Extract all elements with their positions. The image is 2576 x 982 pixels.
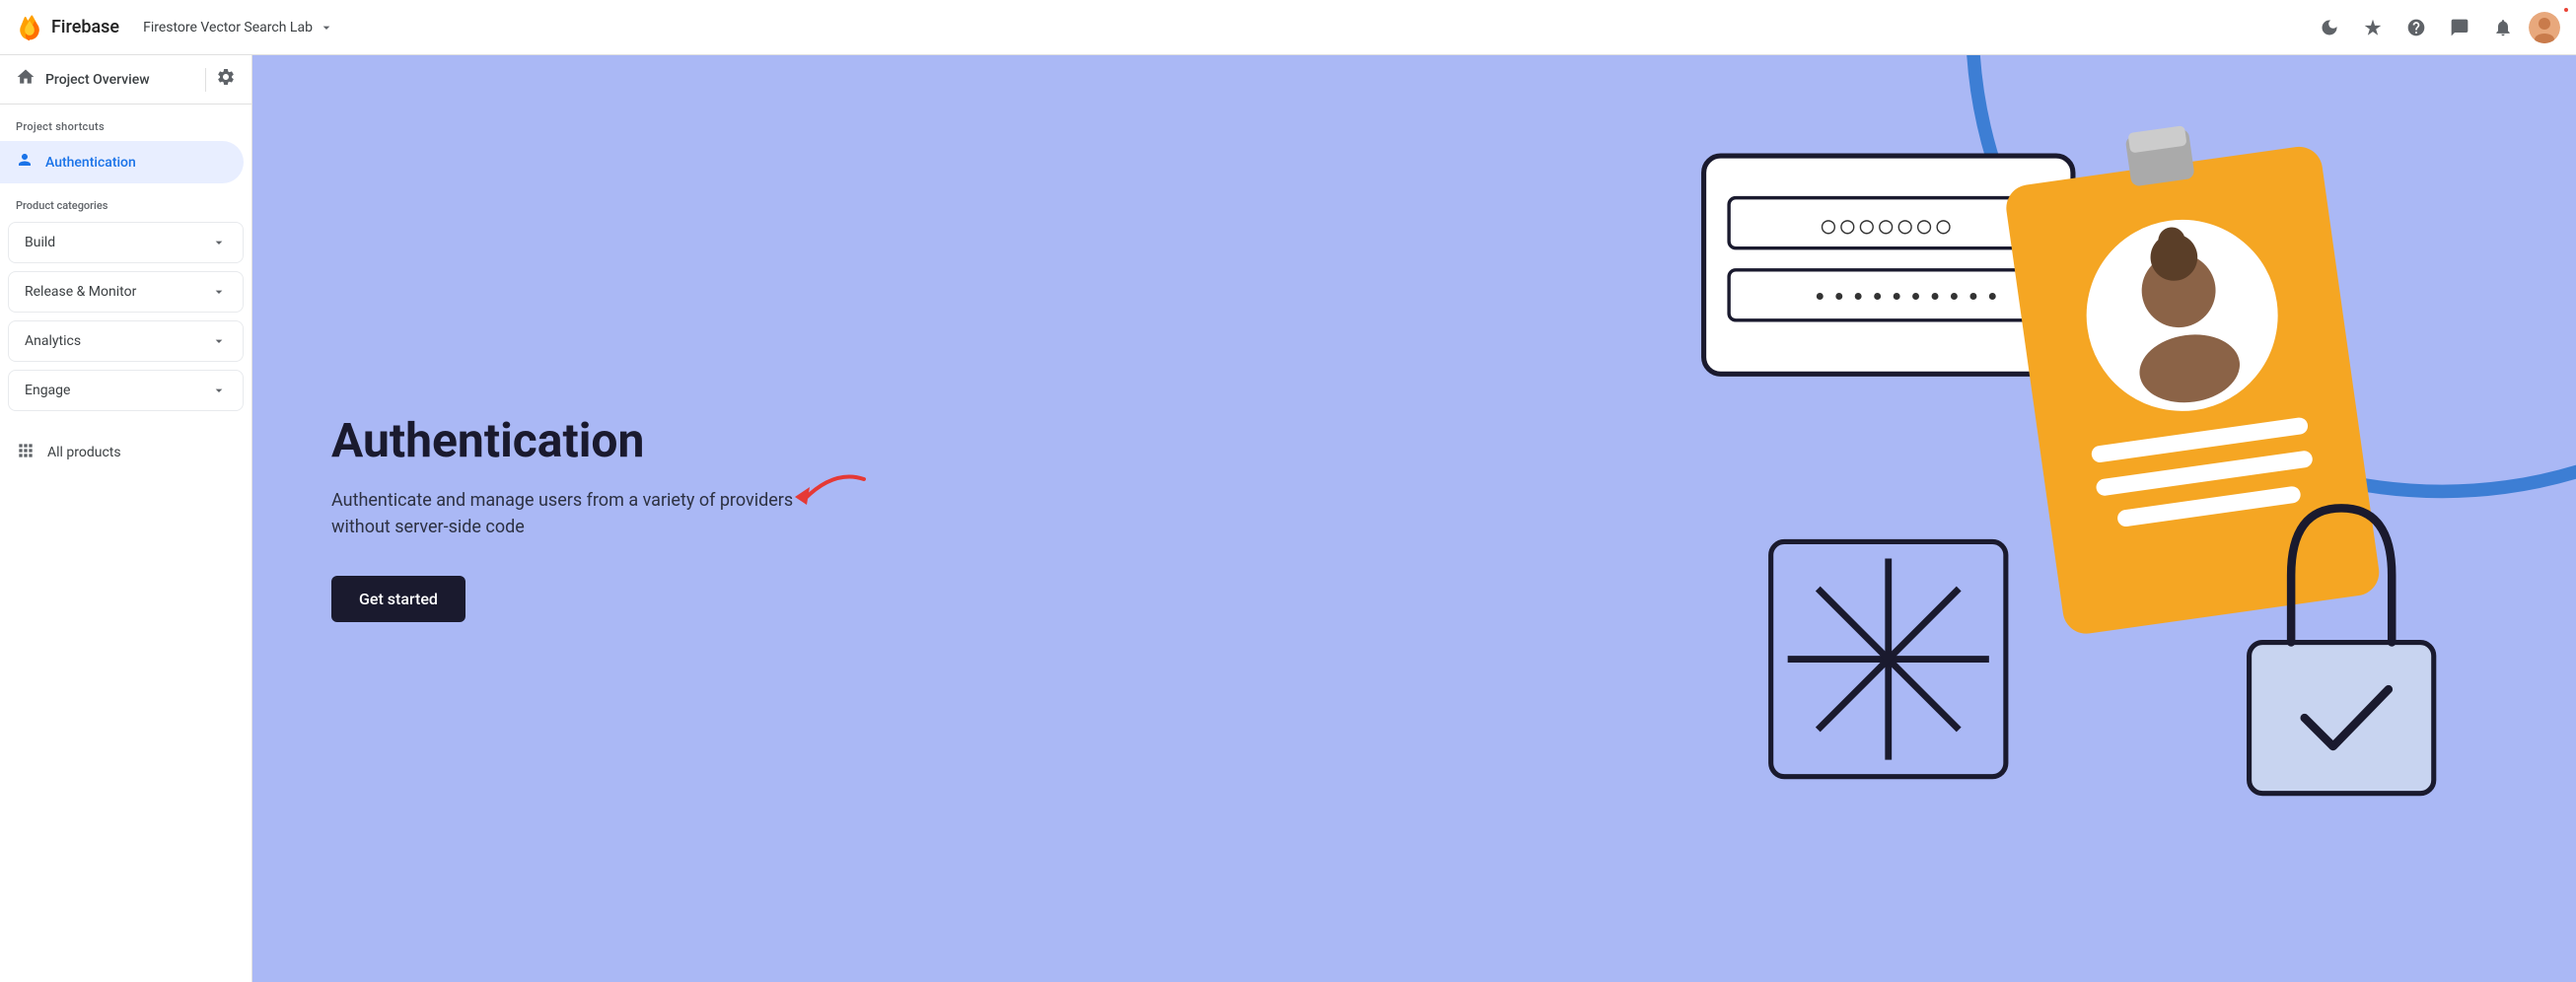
- hero-illustration: ○○○○○○○ ••••••••••: [1066, 55, 2576, 982]
- main-content: Authentication Authenticate and manage u…: [252, 55, 2576, 982]
- chevron-down-icon: [211, 333, 227, 349]
- red-arrow-icon: [785, 459, 874, 519]
- engage-label: Engage: [25, 383, 70, 398]
- firebase-flame-icon: [16, 14, 43, 41]
- topnav-left: Firebase Firestore Vector Search Lab: [16, 14, 346, 41]
- hero-section: Authentication Authenticate and manage u…: [252, 55, 2576, 982]
- dark-mode-icon: [2320, 18, 2339, 37]
- help-button[interactable]: [2398, 10, 2434, 45]
- sidebar-item-analytics[interactable]: Analytics: [8, 320, 244, 362]
- avatar-image: [2529, 12, 2560, 43]
- grid-icon: [16, 441, 36, 464]
- hero-text-container: Authentication Authenticate and manage u…: [331, 415, 805, 622]
- chat-icon: [2450, 18, 2469, 37]
- settings-icon[interactable]: [216, 67, 236, 92]
- notifications-button[interactable]: [2485, 10, 2521, 45]
- analytics-label: Analytics: [25, 333, 81, 349]
- svg-text:○○○○○○○: ○○○○○○○: [1821, 211, 1955, 239]
- build-label: Build: [25, 235, 55, 250]
- page-title: Authentication: [331, 415, 805, 467]
- sidebar-item-release-monitor[interactable]: Release & Monitor: [8, 271, 244, 313]
- product-categories-label: Product categories: [0, 183, 251, 220]
- person-icon: [16, 151, 34, 174]
- sparkle-icon: [2363, 18, 2383, 37]
- notifications-icon: [2493, 18, 2513, 37]
- topnav-right: [2312, 10, 2560, 45]
- project-name: Firestore Vector Search Lab: [143, 20, 313, 35]
- sidebar-item-build[interactable]: Build: [8, 222, 244, 263]
- get-started-button[interactable]: Get started: [331, 576, 465, 622]
- chat-button[interactable]: [2442, 10, 2477, 45]
- project-overview-label: Project Overview: [45, 72, 195, 88]
- vertical-divider: [205, 68, 206, 92]
- sidebar-item-all-products[interactable]: All products: [0, 429, 251, 476]
- chevron-down-icon: [211, 383, 227, 398]
- top-navigation: Firebase Firestore Vector Search Lab: [0, 0, 2576, 55]
- authentication-label: Authentication: [45, 155, 228, 171]
- firebase-text: Firebase: [51, 17, 119, 37]
- sidebar-item-authentication[interactable]: Authentication: [0, 141, 244, 183]
- chevron-down-icon: [211, 284, 227, 300]
- all-products-label: All products: [47, 445, 121, 460]
- arrow-annotation: [785, 459, 874, 523]
- app-body: Project Overview Project shortcuts Authe…: [0, 55, 2576, 982]
- sidebar: Project Overview Project shortcuts Authe…: [0, 55, 252, 982]
- user-avatar[interactable]: [2529, 12, 2560, 43]
- svg-text:••••••••••: ••••••••••: [1813, 284, 2004, 312]
- chevron-down-icon: [319, 20, 334, 35]
- notification-badge: [2562, 6, 2570, 14]
- project-shortcuts-label: Project shortcuts: [0, 105, 251, 141]
- release-monitor-label: Release & Monitor: [25, 284, 136, 300]
- firebase-logo: Firebase: [16, 14, 119, 41]
- home-icon: [16, 67, 36, 92]
- dark-mode-button[interactable]: [2312, 10, 2347, 45]
- sparkle-button[interactable]: [2355, 10, 2391, 45]
- hero-description: Authenticate and manage users from a var…: [331, 487, 805, 540]
- project-overview-link[interactable]: Project Overview: [0, 55, 251, 105]
- help-icon: [2406, 18, 2426, 37]
- chevron-down-icon: [211, 235, 227, 250]
- sidebar-item-engage[interactable]: Engage: [8, 370, 244, 411]
- project-selector[interactable]: Firestore Vector Search Lab: [131, 14, 346, 41]
